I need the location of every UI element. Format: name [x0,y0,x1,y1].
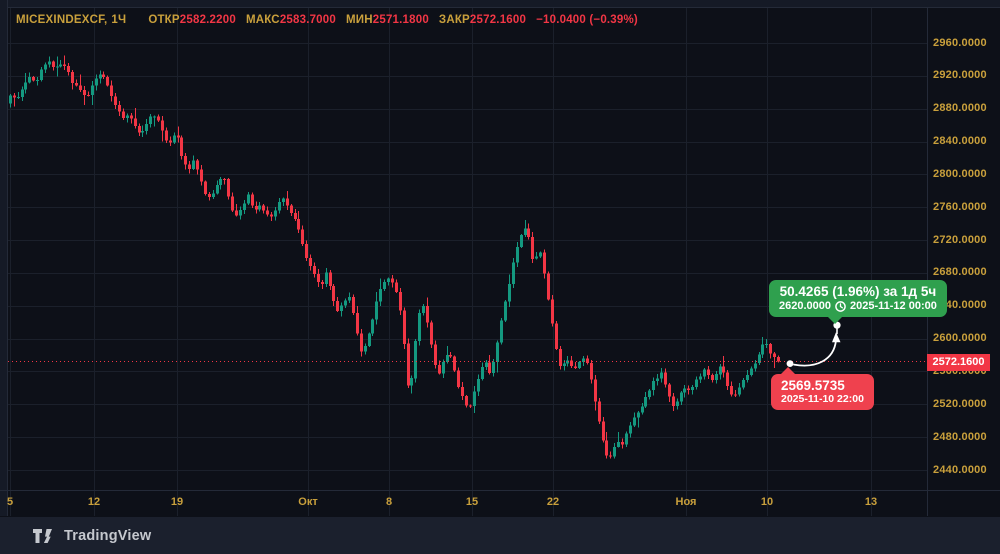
symbol-name[interactable]: MICEXINDEXCF, [16,14,107,26]
time-tick-label: 8 [386,496,392,508]
tradingview-logo-icon[interactable] [33,528,55,544]
gridlines [0,8,927,516]
gain-tooltip-price: 2620.0000 [779,300,831,312]
price-tick-label: 2600.0000 [933,332,987,344]
gain-projection-tooltip: 50.4265 (1.96%) за 1д 5ч 2620.0000 2025-… [769,280,947,317]
tradingview-widget: MICEXINDEXCF, 1Ч ОТКР2582.2200 МАКС2583.700… [0,0,1000,554]
change-value: −10.0400 (−0.39%) [536,14,638,26]
high-value: 2583.7000 [280,14,336,26]
low-label: МИН [346,14,373,26]
projection-annotation[interactable] [787,322,841,367]
tradingview-logo-text[interactable]: TradingView [64,528,151,544]
anchor-price-tooltip: 2569.5735 2025-11-10 22:00 [771,374,874,410]
gain-tooltip-title: 50.4265 (1.96%) за 1д 5ч [779,284,937,299]
frame-left [0,0,8,516]
symbol-legend[interactable]: MICEXINDEXCF, 1Ч ОТКР2582.2200 МАКС2583.700… [16,14,638,26]
time-tick-label: Ноя [676,496,697,508]
time-tick-label: 22 [547,496,559,508]
close-value: 2572.1600 [470,14,526,26]
time-tick-label: 5 [7,496,13,508]
price-tick-label: 2480.0000 [933,431,987,443]
open-label: ОТКР [148,14,179,26]
price-tick-label: 2960.0000 [933,37,987,49]
gain-tooltip-time: 2025-11-12 00:00 [850,300,937,312]
price-tick-label: 2880.0000 [933,102,987,114]
anchor-dot [787,360,794,367]
time-tick-label: 10 [761,496,773,508]
time-tick-label: Окт [298,496,317,508]
time-tick-label: 12 [88,496,100,508]
attribution-bar: TradingView [0,517,1000,554]
anchor-tooltip-time: 2025-11-10 22:00 [781,393,864,405]
interval-label[interactable]: 1Ч [111,14,126,26]
price-tick-label: 2800.0000 [933,168,987,180]
anchor-tooltip-price: 2569.5735 [781,378,864,393]
low-value: 2571.1800 [373,14,429,26]
open-value: 2582.2200 [180,14,236,26]
price-tick-label: 2680.0000 [933,266,987,278]
candles [1,55,780,458]
price-tick-label: 2520.0000 [933,398,987,410]
price-tick-label: 2920.0000 [933,69,987,81]
last-price-badge: 2572.1600 [927,354,990,371]
time-tick-label: 19 [171,496,183,508]
high-label: МАКС [246,14,280,26]
price-axis-separator [927,7,928,516]
time-tick-label: 13 [865,496,877,508]
clock-icon [835,301,846,312]
candlestick-chart[interactable] [0,0,1000,554]
price-tick-label: 2760.0000 [933,201,987,213]
close-label: ЗАКР [439,14,470,26]
price-tick-label: 2720.0000 [933,234,987,246]
time-axis-separator [0,490,1000,491]
frame-top [0,0,1000,8]
price-tick-label: 2840.0000 [933,135,987,147]
time-tick-label: 15 [466,496,478,508]
price-tick-label: 2440.0000 [933,464,987,476]
